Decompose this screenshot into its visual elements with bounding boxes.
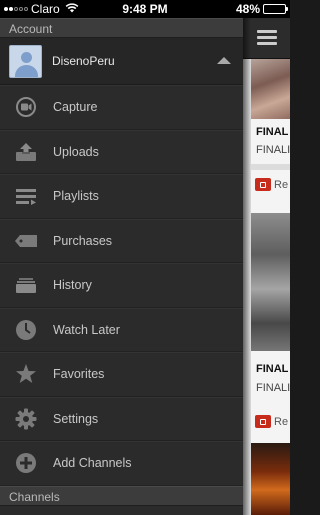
youtube-icon	[255, 178, 271, 191]
side-menu: Account DisenoPeru Capture Uploads Playl…	[0, 18, 243, 515]
video-title: FINAL	[256, 363, 289, 375]
menu-item-playlists[interactable]: Playlists	[0, 174, 243, 219]
video-card[interactable]	[251, 170, 290, 213]
menu-item-label: Watch Later	[53, 322, 120, 337]
menu-shadow	[243, 18, 251, 515]
video-thumbnail[interactable]	[251, 59, 290, 119]
status-right: 48%	[235, 2, 288, 16]
menu-item-label: Capture	[53, 100, 98, 115]
battery-icon	[263, 4, 288, 14]
video-subtitle: FINALI	[256, 382, 290, 394]
video-title: FINAL	[256, 126, 289, 138]
account-name: DisenoPeru	[52, 54, 115, 68]
history-icon	[14, 273, 38, 297]
activity-row: Re	[255, 415, 288, 428]
account-section-header: Account	[0, 18, 243, 38]
menu-item-label: Favorites	[53, 367, 105, 382]
activity-text: Re	[274, 415, 289, 428]
activity-row: Re	[255, 178, 288, 191]
playlist-icon	[14, 184, 38, 208]
activity-text: Re	[274, 178, 289, 191]
menu-item-label: Playlists	[53, 189, 99, 204]
menu-item-capture[interactable]: Capture	[0, 85, 243, 130]
account-row[interactable]: DisenoPeru	[0, 38, 243, 85]
menu-item-watch-later[interactable]: Watch Later	[0, 307, 243, 352]
status-bar: Claro 9:48 PM 48%	[0, 0, 290, 18]
menu-item-label: Settings	[53, 411, 99, 426]
upload-icon	[14, 140, 38, 164]
video-thumbnail[interactable]	[251, 213, 290, 351]
clock-icon	[14, 318, 38, 342]
battery-percent: 48%	[235, 2, 260, 16]
menu-item-favorites[interactable]: Favorites	[0, 352, 243, 397]
plus-circle-icon	[14, 451, 38, 475]
video-subtitle: FINALI	[256, 144, 290, 156]
menu-item-uploads[interactable]: Uploads	[0, 129, 243, 174]
capture-icon	[14, 95, 38, 119]
youtube-icon	[255, 415, 271, 428]
avatar	[9, 44, 42, 78]
menu-item-label: Purchases	[53, 233, 113, 248]
star-icon	[14, 362, 38, 386]
menu-item-history[interactable]: History	[0, 263, 243, 308]
channels-section-header: Channels	[0, 485, 243, 506]
video-card[interactable]	[251, 351, 290, 406]
menu-item-add-channels[interactable]: Add Channels	[0, 441, 243, 486]
menu-item-label: Uploads	[53, 144, 99, 159]
gear-icon	[14, 407, 38, 431]
menu-icon[interactable]	[257, 30, 277, 48]
tag-icon	[14, 229, 38, 253]
menu-item-label: History	[53, 278, 92, 293]
menu-item-label: Add Channels	[53, 456, 132, 471]
menu-item-settings[interactable]: Settings	[0, 396, 243, 441]
menu-item-purchases[interactable]: Purchases	[0, 218, 243, 263]
video-thumbnail[interactable]	[251, 443, 290, 515]
chevron-up-icon[interactable]	[217, 57, 231, 64]
